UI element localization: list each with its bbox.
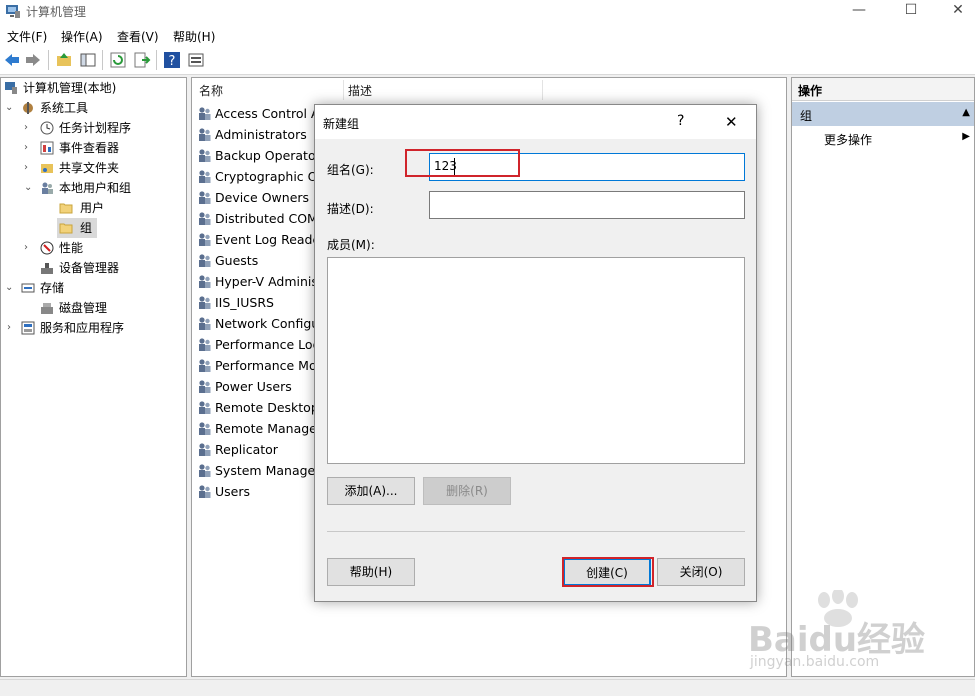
toolbar: ? — [0, 46, 975, 75]
help-button[interactable]: 帮助(H) — [327, 558, 415, 586]
computer-management-icon — [6, 5, 20, 18]
up-folder-icon[interactable] — [55, 51, 73, 69]
svg-text:?: ? — [169, 54, 176, 69]
group-icon — [199, 359, 211, 372]
minimize-button[interactable]: — — [836, 0, 882, 24]
group-icon — [199, 191, 211, 204]
clock-icon — [40, 121, 54, 135]
column-header-name[interactable]: 名称 — [199, 82, 223, 99]
actions-header: 操作 — [792, 78, 974, 101]
chevron-right-icon[interactable]: › — [24, 238, 34, 258]
group-icon — [199, 422, 211, 435]
dialog-title-bar: 新建组 ? ✕ — [315, 105, 756, 139]
folder-icon — [59, 223, 73, 234]
dialog-title: 新建组 — [323, 117, 360, 131]
watermark: Baidu经验 jingyan.baidu.com — [748, 590, 973, 680]
group-icon — [199, 233, 211, 246]
system-tools-icon — [23, 102, 33, 114]
menu-file[interactable]: 文件(F) — [7, 28, 47, 45]
more-actions-item[interactable]: 更多操作 ▶ — [792, 128, 974, 148]
dialog-help-button[interactable]: ? — [677, 113, 684, 129]
members-list[interactable] — [327, 257, 745, 464]
group-icon — [199, 296, 211, 309]
help-icon[interactable]: ? — [163, 51, 181, 69]
event-viewer-icon — [40, 141, 54, 155]
title-bar: 计算机管理 — ☐ ✕ — [0, 0, 975, 24]
group-icon — [199, 443, 211, 456]
description-input[interactable] — [429, 191, 745, 219]
actions-pane: 操作 组 ▲ 更多操作 ▶ — [791, 77, 975, 677]
new-group-dialog: 新建组 ? ✕ 组名(G): 123 描述(D): 成员(M): 添加(A)..… — [314, 104, 757, 602]
group-icon — [199, 128, 211, 141]
maximize-button[interactable]: ☐ — [888, 0, 934, 24]
text-cursor — [454, 158, 455, 175]
folder-icon — [59, 203, 73, 214]
menu-help[interactable]: 帮助(H) — [173, 28, 215, 45]
storage-icon — [21, 283, 35, 293]
dialog-divider — [327, 531, 745, 532]
group-icon — [199, 338, 211, 351]
forward-arrow-icon[interactable] — [24, 51, 42, 69]
menu-bar: 文件(F) 操作(A) 查看(V) 帮助(H) — [0, 24, 975, 46]
chevron-down-icon[interactable]: ⌄ — [5, 278, 15, 298]
properties-icon[interactable] — [187, 51, 205, 69]
group-name-input[interactable]: 123 — [429, 153, 745, 181]
submenu-arrow-icon: ▶ — [962, 131, 970, 142]
remove-member-button[interactable]: 删除(R) — [423, 477, 511, 505]
create-button[interactable]: 创建(C) — [563, 558, 651, 586]
chevron-right-icon[interactable]: › — [24, 118, 34, 138]
group-icon — [199, 107, 211, 120]
device-manager-icon — [41, 263, 53, 274]
group-icon — [199, 317, 211, 330]
add-member-button[interactable]: 添加(A)... — [327, 477, 415, 505]
back-arrow-icon[interactable] — [3, 51, 21, 69]
console-tree: 计算机管理(本地) ⌄ 系统工具 › 任务计划程序 › 事件查看器 › 共享文件… — [0, 77, 187, 677]
disk-icon — [41, 303, 53, 314]
refresh-icon[interactable] — [109, 51, 127, 69]
services-icon — [21, 321, 35, 335]
chevron-right-icon[interactable]: › — [24, 158, 34, 178]
group-icon — [199, 464, 211, 477]
performance-icon — [40, 241, 54, 255]
chevron-right-icon[interactable]: › — [7, 318, 17, 338]
actions-group-section[interactable]: 组 ▲ — [792, 102, 974, 126]
show-hide-tree-icon[interactable] — [79, 51, 97, 69]
collapse-arrow-icon[interactable]: ▲ — [962, 107, 970, 118]
close-dialog-button[interactable]: 关闭(O) — [657, 558, 745, 586]
dialog-close-button[interactable]: ✕ — [725, 113, 738, 131]
description-label: 描述(D): — [327, 202, 374, 216]
group-icon — [199, 212, 211, 225]
watermark-url: jingyan.baidu.com — [750, 654, 880, 670]
chevron-right-icon[interactable]: › — [24, 138, 34, 158]
computer-management-icon — [5, 82, 17, 94]
chevron-down-icon[interactable]: ⌄ — [5, 98, 15, 118]
tree-item-groups[interactable]: 组 — [57, 218, 97, 238]
chevron-down-icon[interactable]: ⌄ — [24, 178, 34, 198]
group-icon — [199, 149, 211, 162]
close-button[interactable]: ✕ — [935, 0, 975, 24]
group-icon — [199, 275, 211, 288]
menu-view[interactable]: 查看(V) — [117, 28, 159, 45]
menu-action[interactable]: 操作(A) — [61, 28, 103, 45]
group-icon — [199, 485, 211, 498]
export-list-icon[interactable] — [133, 51, 151, 69]
group-icon — [199, 254, 211, 267]
status-bar — [0, 679, 975, 696]
members-label: 成员(M): — [327, 238, 375, 252]
group-icon — [199, 401, 211, 414]
group-name-label: 组名(G): — [327, 163, 374, 177]
window-title: 计算机管理 — [26, 5, 87, 19]
shared-folder-icon — [41, 164, 53, 173]
group-icon — [199, 380, 211, 393]
column-header-description[interactable]: 描述 — [348, 82, 372, 99]
group-icon — [199, 170, 211, 183]
users-icon — [42, 182, 53, 194]
